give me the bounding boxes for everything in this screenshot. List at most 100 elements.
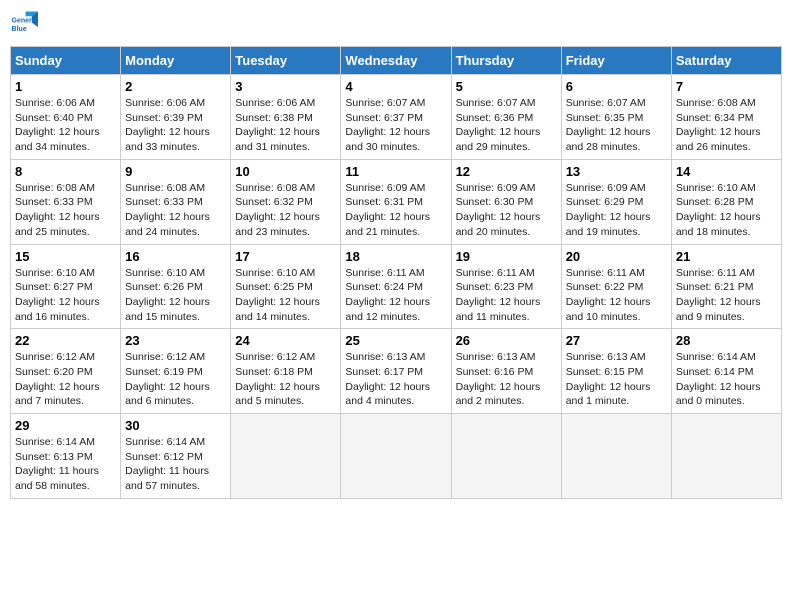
day-number: 10 (235, 164, 336, 179)
day-number: 26 (456, 333, 557, 348)
day-number: 24 (235, 333, 336, 348)
day-number: 14 (676, 164, 777, 179)
day-number: 15 (15, 249, 116, 264)
calendar-cell (561, 414, 671, 499)
calendar-cell: 14 Sunrise: 6:10 AM Sunset: 6:28 PM Dayl… (671, 159, 781, 244)
calendar-cell: 23 Sunrise: 6:12 AM Sunset: 6:19 PM Dayl… (121, 329, 231, 414)
day-info: Sunrise: 6:06 AM Sunset: 6:39 PM Dayligh… (125, 96, 226, 155)
day-number: 21 (676, 249, 777, 264)
day-number: 23 (125, 333, 226, 348)
calendar-cell: 1 Sunrise: 6:06 AM Sunset: 6:40 PM Dayli… (11, 75, 121, 160)
calendar-cell: 6 Sunrise: 6:07 AM Sunset: 6:35 PM Dayli… (561, 75, 671, 160)
calendar-cell: 22 Sunrise: 6:12 AM Sunset: 6:20 PM Dayl… (11, 329, 121, 414)
day-number: 30 (125, 418, 226, 433)
col-header-wednesday: Wednesday (341, 47, 451, 75)
calendar-cell: 7 Sunrise: 6:08 AM Sunset: 6:34 PM Dayli… (671, 75, 781, 160)
day-number: 1 (15, 79, 116, 94)
day-info: Sunrise: 6:11 AM Sunset: 6:23 PM Dayligh… (456, 266, 557, 325)
calendar-cell: 12 Sunrise: 6:09 AM Sunset: 6:30 PM Dayl… (451, 159, 561, 244)
day-info: Sunrise: 6:10 AM Sunset: 6:26 PM Dayligh… (125, 266, 226, 325)
day-number: 13 (566, 164, 667, 179)
day-info: Sunrise: 6:14 AM Sunset: 6:13 PM Dayligh… (15, 435, 116, 494)
day-info: Sunrise: 6:08 AM Sunset: 6:34 PM Dayligh… (676, 96, 777, 155)
day-number: 4 (345, 79, 446, 94)
col-header-tuesday: Tuesday (231, 47, 341, 75)
col-header-monday: Monday (121, 47, 231, 75)
day-info: Sunrise: 6:06 AM Sunset: 6:40 PM Dayligh… (15, 96, 116, 155)
calendar-cell: 18 Sunrise: 6:11 AM Sunset: 6:24 PM Dayl… (341, 244, 451, 329)
day-number: 9 (125, 164, 226, 179)
page-header: General Blue (10, 10, 782, 38)
day-number: 20 (566, 249, 667, 264)
day-info: Sunrise: 6:11 AM Sunset: 6:22 PM Dayligh… (566, 266, 667, 325)
col-header-friday: Friday (561, 47, 671, 75)
calendar-cell: 27 Sunrise: 6:13 AM Sunset: 6:15 PM Dayl… (561, 329, 671, 414)
day-info: Sunrise: 6:10 AM Sunset: 6:27 PM Dayligh… (15, 266, 116, 325)
header-row: SundayMondayTuesdayWednesdayThursdayFrid… (11, 47, 782, 75)
day-info: Sunrise: 6:14 AM Sunset: 6:12 PM Dayligh… (125, 435, 226, 494)
day-info: Sunrise: 6:10 AM Sunset: 6:25 PM Dayligh… (235, 266, 336, 325)
day-number: 16 (125, 249, 226, 264)
day-number: 19 (456, 249, 557, 264)
calendar-cell (451, 414, 561, 499)
calendar-cell: 29 Sunrise: 6:14 AM Sunset: 6:13 PM Dayl… (11, 414, 121, 499)
svg-text:General: General (12, 17, 38, 24)
col-header-saturday: Saturday (671, 47, 781, 75)
day-info: Sunrise: 6:07 AM Sunset: 6:37 PM Dayligh… (345, 96, 446, 155)
calendar-cell: 15 Sunrise: 6:10 AM Sunset: 6:27 PM Dayl… (11, 244, 121, 329)
day-info: Sunrise: 6:13 AM Sunset: 6:15 PM Dayligh… (566, 350, 667, 409)
calendar-cell: 20 Sunrise: 6:11 AM Sunset: 6:22 PM Dayl… (561, 244, 671, 329)
calendar-cell: 19 Sunrise: 6:11 AM Sunset: 6:23 PM Dayl… (451, 244, 561, 329)
svg-text:Blue: Blue (12, 26, 27, 33)
calendar-cell: 9 Sunrise: 6:08 AM Sunset: 6:33 PM Dayli… (121, 159, 231, 244)
calendar-week-4: 22 Sunrise: 6:12 AM Sunset: 6:20 PM Dayl… (11, 329, 782, 414)
calendar-table: SundayMondayTuesdayWednesdayThursdayFrid… (10, 46, 782, 499)
day-info: Sunrise: 6:13 AM Sunset: 6:17 PM Dayligh… (345, 350, 446, 409)
day-number: 18 (345, 249, 446, 264)
day-number: 28 (676, 333, 777, 348)
calendar-cell: 24 Sunrise: 6:12 AM Sunset: 6:18 PM Dayl… (231, 329, 341, 414)
calendar-cell: 16 Sunrise: 6:10 AM Sunset: 6:26 PM Dayl… (121, 244, 231, 329)
day-info: Sunrise: 6:08 AM Sunset: 6:33 PM Dayligh… (15, 181, 116, 240)
day-number: 3 (235, 79, 336, 94)
calendar-cell: 4 Sunrise: 6:07 AM Sunset: 6:37 PM Dayli… (341, 75, 451, 160)
col-header-sunday: Sunday (11, 47, 121, 75)
day-info: Sunrise: 6:09 AM Sunset: 6:29 PM Dayligh… (566, 181, 667, 240)
day-info: Sunrise: 6:09 AM Sunset: 6:31 PM Dayligh… (345, 181, 446, 240)
calendar-cell: 10 Sunrise: 6:08 AM Sunset: 6:32 PM Dayl… (231, 159, 341, 244)
day-info: Sunrise: 6:07 AM Sunset: 6:35 PM Dayligh… (566, 96, 667, 155)
calendar-cell: 2 Sunrise: 6:06 AM Sunset: 6:39 PM Dayli… (121, 75, 231, 160)
day-number: 27 (566, 333, 667, 348)
calendar-cell: 13 Sunrise: 6:09 AM Sunset: 6:29 PM Dayl… (561, 159, 671, 244)
calendar-cell: 26 Sunrise: 6:13 AM Sunset: 6:16 PM Dayl… (451, 329, 561, 414)
day-number: 17 (235, 249, 336, 264)
calendar-week-2: 8 Sunrise: 6:08 AM Sunset: 6:33 PM Dayli… (11, 159, 782, 244)
logo-icon: General Blue (10, 10, 38, 38)
day-number: 29 (15, 418, 116, 433)
calendar-cell: 11 Sunrise: 6:09 AM Sunset: 6:31 PM Dayl… (341, 159, 451, 244)
day-info: Sunrise: 6:14 AM Sunset: 6:14 PM Dayligh… (676, 350, 777, 409)
day-number: 25 (345, 333, 446, 348)
day-info: Sunrise: 6:11 AM Sunset: 6:21 PM Dayligh… (676, 266, 777, 325)
day-number: 11 (345, 164, 446, 179)
day-number: 8 (15, 164, 116, 179)
day-number: 5 (456, 79, 557, 94)
calendar-cell: 5 Sunrise: 6:07 AM Sunset: 6:36 PM Dayli… (451, 75, 561, 160)
col-header-thursday: Thursday (451, 47, 561, 75)
day-info: Sunrise: 6:12 AM Sunset: 6:18 PM Dayligh… (235, 350, 336, 409)
calendar-cell: 8 Sunrise: 6:08 AM Sunset: 6:33 PM Dayli… (11, 159, 121, 244)
day-info: Sunrise: 6:12 AM Sunset: 6:19 PM Dayligh… (125, 350, 226, 409)
day-number: 12 (456, 164, 557, 179)
calendar-week-1: 1 Sunrise: 6:06 AM Sunset: 6:40 PM Dayli… (11, 75, 782, 160)
calendar-week-5: 29 Sunrise: 6:14 AM Sunset: 6:13 PM Dayl… (11, 414, 782, 499)
calendar-cell (231, 414, 341, 499)
logo: General Blue (10, 10, 38, 38)
calendar-cell: 28 Sunrise: 6:14 AM Sunset: 6:14 PM Dayl… (671, 329, 781, 414)
day-number: 22 (15, 333, 116, 348)
day-number: 2 (125, 79, 226, 94)
calendar-cell (341, 414, 451, 499)
day-info: Sunrise: 6:08 AM Sunset: 6:33 PM Dayligh… (125, 181, 226, 240)
day-number: 7 (676, 79, 777, 94)
calendar-week-3: 15 Sunrise: 6:10 AM Sunset: 6:27 PM Dayl… (11, 244, 782, 329)
calendar-cell: 30 Sunrise: 6:14 AM Sunset: 6:12 PM Dayl… (121, 414, 231, 499)
